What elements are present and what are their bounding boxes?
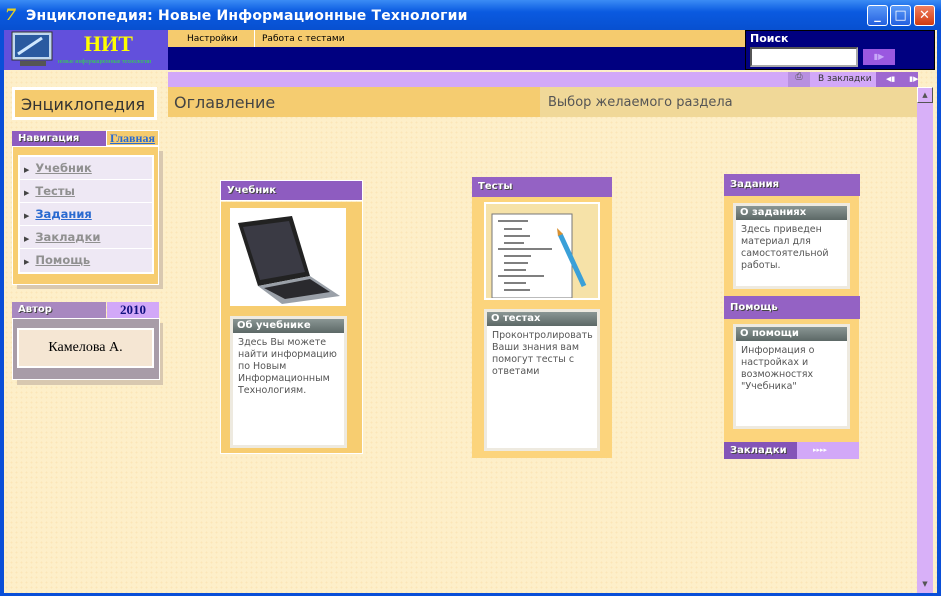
bullet-arrow-icon: ▶ [24,212,30,220]
card-body: О тестах Проконтролировать Ваши знания в… [472,197,612,458]
window-title: Энциклопедия: Новые Информационные Техно… [26,8,468,24]
author-name: Камелова А. [17,328,154,368]
info-box: О помощи Информация о настройках и возмо… [733,324,850,429]
card-tests[interactable]: Тесты О тестах Проконтролировать Ваши зн… [472,177,612,458]
title-bar: 7 Энциклопедия: Новые Информационные Тех… [0,0,941,30]
menu-tests[interactable]: Работа с тестами [262,34,345,44]
bullet-arrow-icon: ▶ [24,258,30,266]
logo: НИТ новые информационные технологии [4,30,168,70]
search-button[interactable]: ▮▶ [863,49,895,65]
card-body: Об учебнике Здесь Вы можете найти информ… [221,202,362,453]
vertical-scrollbar[interactable]: ▲ ▼ [917,87,933,593]
card-body: О помощи Информация о настройках и возмо… [724,319,859,442]
checklist-icon [491,213,587,299]
printer-icon[interactable]: ⎙ [788,72,810,87]
card-title: Тесты [472,177,612,197]
nav-item-tests[interactable]: ▶ Тесты [20,180,152,203]
bullet-arrow-icon: ▶ [24,166,30,174]
card-title-tasks[interactable]: Задания [724,174,860,196]
author-header-label: Автор [18,304,52,315]
nav-item-textbook[interactable]: ▶ Учебник [20,157,152,180]
info-box-text: Информация о настройках и возможностях "… [741,345,815,392]
nav-item-bookmarks[interactable]: ▶ Закладки [20,226,152,249]
main-title: Оглавление [168,87,540,117]
info-box: О тестах Проконтролировать Ваши знания в… [484,309,600,451]
info-box-title: О помощи [736,327,847,341]
info-box-title: О заданиях [736,206,847,220]
nav-list: ▶ Учебник ▶ Тесты ▶ Задания ▶ Закладки ▶ Помо… [18,155,154,274]
info-box: О заданиях Здесь приведен материал для с… [733,203,850,289]
prev-icon[interactable]: ◀▮ [886,75,895,83]
close-button[interactable]: ✕ [914,5,935,26]
card-textbook[interactable]: Учебник Об учебнике Здесь Вы можете найт… [220,180,363,454]
bullet-arrow-icon: ▶ [24,189,30,197]
maximize-button[interactable]: □ [890,5,911,26]
card-tasks-help: Задания О заданиях Здесь приведен матери… [724,174,860,460]
laptop-image [230,208,346,306]
menu-settings[interactable]: Настройки [187,34,238,44]
menu-bar: Настройки Работа с тестами [168,30,745,47]
header-band [168,47,745,70]
home-link[interactable]: Главная [106,130,159,146]
bullet-arrow-icon: ▶ [24,235,30,243]
minimize-button[interactable]: _ [867,5,888,26]
add-bookmark-link[interactable]: В закладки [818,74,872,84]
arrow-right-icon: ▮▶ [873,52,885,61]
toolbar-strip: ⎙ В закладки ◀▮ ▮▶ [168,72,919,87]
card-body: О заданиях Здесь приведен материал для с… [724,196,859,296]
bookmarks-arrows-icon[interactable]: ▸▸▸▸ [797,442,859,459]
year-badge: 2010 [107,302,159,318]
scroll-up-button[interactable]: ▲ [917,87,933,103]
menu-divider [254,30,255,47]
info-box-text: Проконтролировать Ваши знания вам помогу… [492,330,593,377]
logo-title: НИТ [84,31,133,56]
scroll-down-button[interactable]: ▼ [917,577,933,593]
page-nav: ◀▮ ▮▶ [876,72,919,87]
app-logo-icon: 7 [5,5,17,24]
nav-item-help[interactable]: ▶ Помощь [20,249,152,272]
search-input[interactable] [750,47,858,67]
author-panel: Камелова А. [12,318,160,380]
search-panel: Поиск ▮▶ [745,30,935,70]
info-box-text: Здесь приведен материал для самостоятель… [741,224,829,271]
card-title: Учебник [221,181,362,201]
info-box-text: Здесь Вы можете найти информацию по Новы… [238,337,337,396]
nav-item-tasks[interactable]: ▶ Задания [20,203,152,226]
info-box: Об учебнике Здесь Вы можете найти информ… [230,316,347,448]
logo-subtitle: новые информационные технологии [58,59,152,65]
nav-header: Навигация [12,131,106,146]
main-subtitle: Выбор желаемого раздела [540,87,917,117]
monitor-icon [11,31,53,66]
info-box-title: Об учебнике [233,319,344,333]
nav-header-label: Навигация [12,131,106,146]
next-icon[interactable]: ▮▶ [909,75,918,83]
test-sheet-image [484,202,600,300]
bookmarks-label[interactable]: Закладки [724,442,797,459]
card-title-help[interactable]: Помощь [724,296,860,319]
info-box-title: О тестах [487,312,597,326]
laptop-icon [238,216,340,304]
author-header: Автор [12,302,106,318]
sidebar-title: Энциклопедия [15,90,154,117]
nav-panel: ▶ Учебник ▶ Тесты ▶ Задания ▶ Закладки ▶ Помо… [12,146,159,285]
search-label: Поиск [750,32,789,45]
sidebar-title-box: Энциклопедия [12,87,157,120]
